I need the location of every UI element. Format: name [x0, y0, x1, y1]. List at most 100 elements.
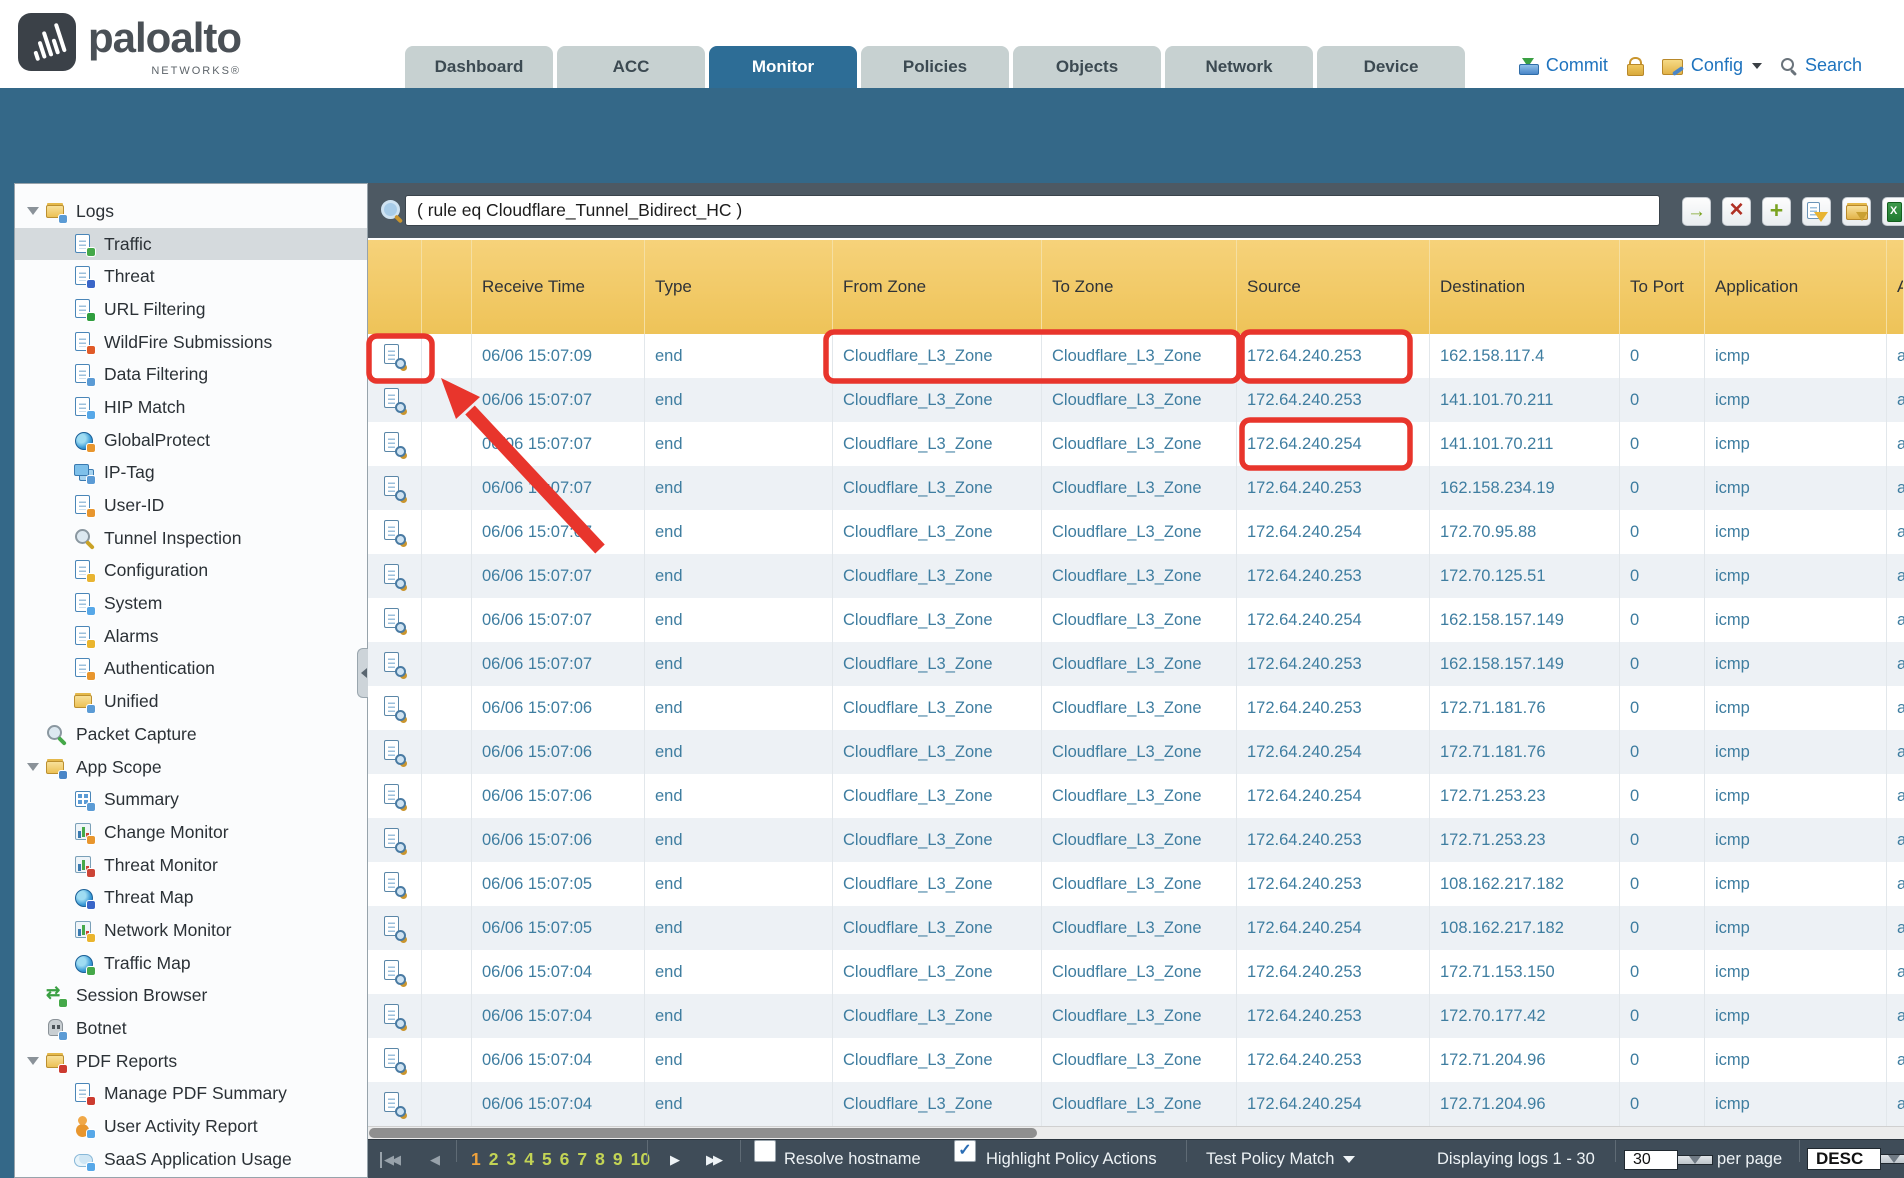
- cell-action[interactable]: a: [1887, 554, 1904, 598]
- sidebar-item-ip-tag[interactable]: IP-Tag: [15, 457, 367, 490]
- cell-to[interactable]: Cloudflare_L3_Zone: [1042, 378, 1237, 422]
- cell-type[interactable]: end: [645, 1038, 833, 1082]
- cell-port[interactable]: 0: [1620, 1038, 1705, 1082]
- sidebar-item-traffic-map[interactable]: Traffic Map: [15, 947, 367, 980]
- cell-app[interactable]: icmp: [1705, 642, 1887, 686]
- cell-source[interactable]: 172.64.240.253: [1237, 994, 1430, 1038]
- cell-port[interactable]: 0: [1620, 686, 1705, 730]
- lock-icon[interactable]: [1626, 56, 1644, 76]
- sidebar-item-pdf-reports[interactable]: PDF Reports: [15, 1045, 367, 1078]
- cell-from[interactable]: Cloudflare_L3_Zone: [833, 730, 1042, 774]
- cell-from[interactable]: Cloudflare_L3_Zone: [833, 510, 1042, 554]
- cell-to[interactable]: Cloudflare_L3_Zone: [1042, 1038, 1237, 1082]
- cell-app[interactable]: icmp: [1705, 466, 1887, 510]
- cell-port[interactable]: 0: [1620, 862, 1705, 906]
- cell-type[interactable]: end: [645, 378, 833, 422]
- cell-destination[interactable]: 172.71.153.150: [1430, 950, 1620, 994]
- cell-action[interactable]: a: [1887, 1038, 1904, 1082]
- tab-policies[interactable]: Policies: [861, 46, 1009, 88]
- cell-from[interactable]: Cloudflare_L3_Zone: [833, 774, 1042, 818]
- highlight-policy-actions-checkbox[interactable]: ✓: [954, 1140, 976, 1162]
- cell-time[interactable]: 06/06 15:07:07: [472, 510, 645, 554]
- cell-from[interactable]: Cloudflare_L3_Zone: [833, 554, 1042, 598]
- sidebar-item-traffic[interactable]: Traffic: [15, 228, 367, 261]
- tab-network[interactable]: Network: [1165, 46, 1313, 88]
- cell-action[interactable]: a: [1887, 378, 1904, 422]
- cell-from[interactable]: Cloudflare_L3_Zone: [833, 466, 1042, 510]
- cell-destination[interactable]: 172.71.204.96: [1430, 1038, 1620, 1082]
- cell-action[interactable]: a: [1887, 906, 1904, 950]
- page-number-3[interactable]: 3: [506, 1149, 516, 1170]
- cell-app[interactable]: icmp: [1705, 950, 1887, 994]
- sort-order-select[interactable]: DESC: [1807, 1144, 1904, 1173]
- cell-source[interactable]: 172.64.240.254: [1237, 774, 1430, 818]
- cell-app[interactable]: icmp: [1705, 378, 1887, 422]
- horizontal-scrollbar[interactable]: [368, 1126, 1904, 1139]
- sidebar-item-change-monitor[interactable]: Change Monitor: [15, 816, 367, 849]
- cell-type[interactable]: end: [645, 510, 833, 554]
- column-header-to-zone[interactable]: To Zone: [1042, 240, 1237, 334]
- cell-app[interactable]: icmp: [1705, 1038, 1887, 1082]
- cell-source[interactable]: 172.64.240.253: [1237, 818, 1430, 862]
- cell-from[interactable]: Cloudflare_L3_Zone: [833, 598, 1042, 642]
- page-number-1[interactable]: 1: [471, 1149, 481, 1170]
- sidebar-item-logs[interactable]: Logs: [15, 195, 367, 228]
- cell-source[interactable]: 172.64.240.253: [1237, 642, 1430, 686]
- last-page-button[interactable]: ▶▶: [706, 1152, 720, 1168]
- log-detail-icon[interactable]: [384, 652, 406, 677]
- cell-to[interactable]: Cloudflare_L3_Zone: [1042, 950, 1237, 994]
- cell-from[interactable]: Cloudflare_L3_Zone: [833, 334, 1042, 378]
- column-header-application[interactable]: Application: [1705, 240, 1887, 334]
- column-header-destination[interactable]: Destination: [1430, 240, 1620, 334]
- cell-destination[interactable]: 172.71.253.23: [1430, 774, 1620, 818]
- sidebar-item-summary[interactable]: Summary: [15, 783, 367, 816]
- cell-to[interactable]: Cloudflare_L3_Zone: [1042, 642, 1237, 686]
- sidebar-item-session-browser[interactable]: Session Browser: [15, 980, 367, 1013]
- cell-to[interactable]: Cloudflare_L3_Zone: [1042, 862, 1237, 906]
- config-button[interactable]: Config: [1662, 55, 1762, 76]
- cell-time[interactable]: 06/06 15:07:07: [472, 422, 645, 466]
- cell-destination[interactable]: 172.70.95.88: [1430, 510, 1620, 554]
- cell-destination[interactable]: 172.71.204.96: [1430, 1082, 1620, 1126]
- cell-destination[interactable]: 141.101.70.211: [1430, 378, 1620, 422]
- cell-source[interactable]: 172.64.240.253: [1237, 466, 1430, 510]
- cell-time[interactable]: 06/06 15:07:06: [472, 686, 645, 730]
- page-number-6[interactable]: 6: [560, 1149, 570, 1170]
- cell-source[interactable]: 172.64.240.254: [1237, 598, 1430, 642]
- cell-port[interactable]: 0: [1620, 642, 1705, 686]
- sidebar-item-user-activity-report[interactable]: User Activity Report: [15, 1110, 367, 1143]
- cell-destination[interactable]: 162.158.157.149: [1430, 598, 1620, 642]
- cell-from[interactable]: Cloudflare_L3_Zone: [833, 422, 1042, 466]
- cell-port[interactable]: 0: [1620, 510, 1705, 554]
- cell-source[interactable]: 172.64.240.253: [1237, 950, 1430, 994]
- cell-type[interactable]: end: [645, 774, 833, 818]
- column-header-a[interactable]: A: [1887, 240, 1904, 334]
- cell-port[interactable]: 0: [1620, 1082, 1705, 1126]
- cell-source[interactable]: 172.64.240.254: [1237, 1082, 1430, 1126]
- cell-app[interactable]: icmp: [1705, 862, 1887, 906]
- cell-time[interactable]: 06/06 15:07:05: [472, 862, 645, 906]
- sidebar-item-botnet[interactable]: Botnet: [15, 1012, 367, 1045]
- cell-from[interactable]: Cloudflare_L3_Zone: [833, 1082, 1042, 1126]
- cell-action[interactable]: a: [1887, 334, 1904, 378]
- log-detail-icon[interactable]: [384, 740, 406, 765]
- cell-destination[interactable]: 172.71.181.76: [1430, 730, 1620, 774]
- cell-to[interactable]: Cloudflare_L3_Zone: [1042, 510, 1237, 554]
- cell-destination[interactable]: 162.158.117.4: [1430, 334, 1620, 378]
- cell-to[interactable]: Cloudflare_L3_Zone: [1042, 818, 1237, 862]
- cell-destination[interactable]: 172.71.253.23: [1430, 818, 1620, 862]
- cell-from[interactable]: Cloudflare_L3_Zone: [833, 818, 1042, 862]
- cell-to[interactable]: Cloudflare_L3_Zone: [1042, 466, 1237, 510]
- page-number-4[interactable]: 4: [524, 1149, 534, 1170]
- cell-type[interactable]: end: [645, 862, 833, 906]
- cell-action[interactable]: a: [1887, 818, 1904, 862]
- column-header-type[interactable]: Type: [645, 240, 833, 334]
- cell-type[interactable]: end: [645, 906, 833, 950]
- resolve-hostname-checkbox[interactable]: [754, 1140, 776, 1162]
- cell-to[interactable]: Cloudflare_L3_Zone: [1042, 598, 1237, 642]
- cell-time[interactable]: 06/06 15:07:04: [472, 950, 645, 994]
- sidebar-item-threat-monitor[interactable]: Threat Monitor: [15, 849, 367, 882]
- cell-from[interactable]: Cloudflare_L3_Zone: [833, 686, 1042, 730]
- cell-app[interactable]: icmp: [1705, 422, 1887, 466]
- cell-type[interactable]: end: [645, 686, 833, 730]
